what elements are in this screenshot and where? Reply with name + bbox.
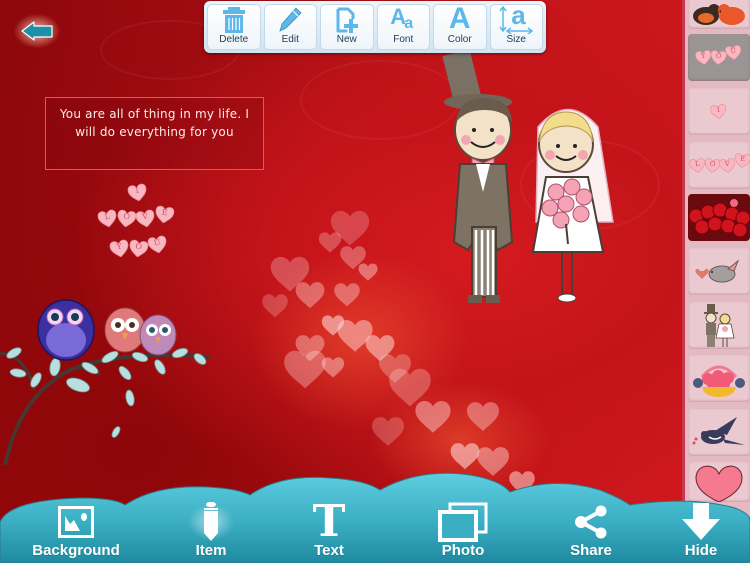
text-label: Text <box>314 542 344 559</box>
sidebar-item-dove-heart[interactable] <box>688 248 750 295</box>
bottom-navigation: Background Item T Text Photo Share Hide <box>0 460 750 563</box>
candy-heart: I <box>709 103 727 120</box>
text-size-icon: a <box>499 1 534 34</box>
new-button[interactable]: New <box>320 4 374 50</box>
sidebar-candy-preview: YOU <box>694 44 745 69</box>
trash-icon <box>222 6 245 33</box>
delete-label: Delete <box>219 34 249 45</box>
back-arrow-icon <box>21 21 53 41</box>
sidebar-item-flower-basket[interactable] <box>688 355 750 402</box>
sidebar-item-swallow[interactable] <box>688 409 750 456</box>
text-sticker[interactable]: You are all of thing in my life. I will … <box>45 97 264 170</box>
candy-heart: O <box>709 49 727 65</box>
size-glyph: a <box>511 0 526 30</box>
color-letter-icon: A <box>448 2 471 35</box>
roses-icon <box>688 194 750 241</box>
photo-button[interactable]: Photo <box>428 500 498 563</box>
sidebar-item-wedding-couple[interactable] <box>688 302 750 349</box>
background-button[interactable]: Background <box>28 500 124 563</box>
font-button[interactable]: A a Font <box>376 4 430 50</box>
font-glyph-small: a <box>404 15 414 32</box>
font-label: Font <box>393 34 414 45</box>
candy-letter: O <box>715 51 722 60</box>
size-button[interactable]: a Size <box>489 1 543 50</box>
edit-toolbar: Delete Edit New A a Font A Color a Size <box>204 1 546 53</box>
new-label: New <box>336 34 357 45</box>
candy-letter: U <box>729 46 737 55</box>
candy-letter: I <box>715 105 720 114</box>
sidebar-item-roses[interactable] <box>688 194 750 241</box>
delete-button[interactable]: Delete <box>207 4 261 50</box>
candy-letter: Y <box>700 51 706 60</box>
candy-letter: E <box>739 154 746 163</box>
photo-stack-icon <box>438 502 488 542</box>
edit-label: Edit <box>281 34 299 45</box>
dove-heart-icon <box>695 258 740 282</box>
size-label: Size <box>506 34 526 45</box>
share-label: Share <box>570 542 612 559</box>
owls-on-branch-sticker[interactable] <box>0 295 215 465</box>
candy-heart: U <box>147 234 169 254</box>
item-label: Item <box>195 542 227 559</box>
text-button[interactable]: T Text <box>294 500 364 563</box>
background-label: Background <box>32 542 120 559</box>
sidebar-item-candy-love[interactable]: LOVE <box>688 142 750 189</box>
hide-label: Hide <box>684 542 718 559</box>
image-icon <box>58 506 94 538</box>
sidebar-item-candy-you[interactable]: YOU <box>688 34 750 81</box>
wedding-couple-sticker[interactable] <box>438 52 638 307</box>
sidebar-candy-preview: I <box>709 101 730 123</box>
i-love-you-candy-sticker[interactable]: ILOVEYOU <box>96 182 186 270</box>
new-document-icon <box>336 7 358 33</box>
pencil-icon <box>279 6 302 32</box>
share-button[interactable]: Share <box>556 500 626 563</box>
kissing-birds-icon <box>693 3 745 25</box>
down-arrow-icon <box>682 503 720 540</box>
item-pencil-icon <box>204 502 218 541</box>
candy-heart: E <box>734 152 750 168</box>
hide-button[interactable]: Hide <box>666 500 736 563</box>
item-button[interactable]: Item <box>176 500 246 563</box>
wedding-couple-icon <box>704 303 735 347</box>
sidebar-item-birds[interactable] <box>688 0 750 29</box>
sidebar-item-candy-i[interactable]: I <box>688 88 750 135</box>
background-swirl <box>300 60 460 140</box>
photo-label: Photo <box>441 542 485 559</box>
color-label: Color <box>447 34 472 45</box>
back-button[interactable] <box>14 14 60 48</box>
edit-button[interactable]: Edit <box>263 4 317 50</box>
swallow-bird-icon <box>692 416 745 445</box>
flower-basket-icon <box>693 365 745 397</box>
text-T-icon: T <box>312 496 346 547</box>
sidebar-candy-preview: LOVE <box>688 152 750 177</box>
candy-heart: V <box>135 208 157 228</box>
candy-heart: E <box>154 205 175 224</box>
share-icon <box>575 505 607 539</box>
candy-heart: O <box>128 239 149 258</box>
candy-heart: I <box>127 182 149 202</box>
candy-heart: U <box>724 44 742 61</box>
font-icon: A a <box>389 5 417 34</box>
color-button[interactable]: A Color <box>433 4 487 50</box>
